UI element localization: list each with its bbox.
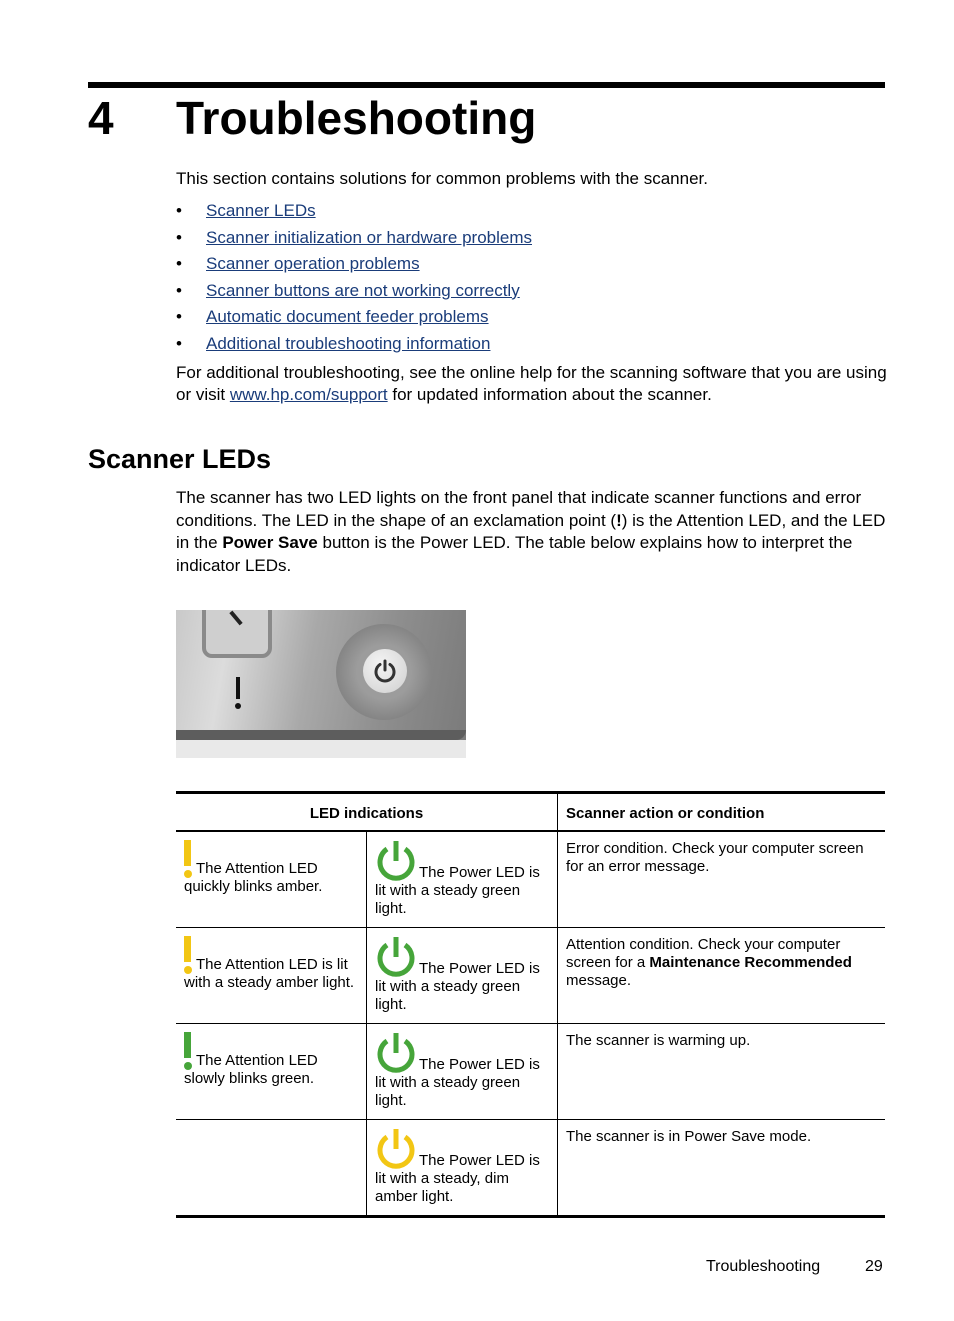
attention-led-cell: The Attention LED slowly blinks green. <box>176 1023 367 1120</box>
attention-led-description: The Attention LED quickly blinks amber. <box>184 860 323 895</box>
toc-link-additional[interactable]: Additional troubleshooting information <box>206 334 490 353</box>
power-led-cell: The Power LED is lit with a steady green… <box>366 927 558 1024</box>
additional-text-after: for updated information about the scanne… <box>387 385 712 404</box>
toc-item: • Scanner operation problems <box>176 251 532 278</box>
toc-link-buttons[interactable]: Scanner buttons are not working correctl… <box>206 281 520 300</box>
table-row: The Attention LED slowly blinks green. Th… <box>176 1023 885 1120</box>
toc-link-scanner-leds[interactable]: Scanner LEDs <box>206 201 316 220</box>
attention-led-icon <box>184 1032 194 1070</box>
condition-text-after: message. <box>566 972 632 989</box>
power-led-cell: The Power LED is lit with a steady green… <box>366 1023 558 1120</box>
toc-link-adf[interactable]: Automatic document feeder problems <box>206 307 489 326</box>
attention-led-icon <box>236 677 240 699</box>
condition-cell: Attention condition. Check your computer… <box>557 927 885 1024</box>
toc-item: • Scanner buttons are not working correct… <box>176 278 532 305</box>
section-heading: Scanner LEDs <box>88 444 272 474</box>
power-led-icon <box>377 1033 415 1073</box>
hp-support-link[interactable]: www.hp.com/support <box>230 385 388 404</box>
toc-link-operation[interactable]: Scanner operation problems <box>206 254 420 273</box>
bullet-icon: • <box>176 280 182 300</box>
chapter-title: Troubleshooting <box>176 92 537 144</box>
table-row: The Attention LED is lit with a steady a… <box>176 927 885 1024</box>
condition-cell: The scanner is warming up. <box>557 1023 885 1120</box>
table-row: The Power LED is lit with a steady, dim … <box>176 1119 885 1218</box>
section-paragraph: The scanner has two LED lights on the fr… <box>176 487 888 577</box>
power-led-icon <box>377 841 415 881</box>
toc-item: • Additional troubleshooting information <box>176 331 532 358</box>
power-led-icon <box>377 1129 415 1169</box>
condition-bold-text: Maintenance Recommended <box>649 954 852 971</box>
attention-led-cell <box>176 1119 367 1218</box>
chapter-rule <box>88 82 885 88</box>
attention-led-icon <box>184 840 194 878</box>
toc-item: • Scanner initialization or hardware prob… <box>176 225 532 252</box>
condition-text: The scanner is warming up. <box>566 1032 751 1049</box>
additional-paragraph: For additional troubleshooting, see the … <box>176 362 888 406</box>
toc-item: • Automatic document feeder problems <box>176 304 532 331</box>
attention-led-cell: The Attention LED quickly blinks amber. <box>176 831 367 928</box>
bullet-icon: • <box>176 307 182 326</box>
power-icon <box>374 659 396 683</box>
attention-led-description: The Attention LED slowly blinks green. <box>184 1052 318 1087</box>
control-panel-photo <box>176 610 466 758</box>
power-button <box>363 649 407 693</box>
header-scanner-action: Scanner action or condition <box>557 791 885 832</box>
bullet-icon: • <box>176 201 182 220</box>
intro-text: This section contains solutions for comm… <box>176 169 708 188</box>
condition-text: Error condition. Check your computer scr… <box>566 840 864 875</box>
condition-cell: Error condition. Check your computer scr… <box>557 831 885 928</box>
chapter-number: 4 <box>88 92 114 144</box>
bullet-icon: • <box>176 333 182 353</box>
bullet-icon: • <box>176 254 182 273</box>
power-save-bold: Power Save <box>222 533 318 552</box>
page-number: 29 <box>865 1258 883 1275</box>
condition-cell: The scanner is in Power Save mode. <box>557 1119 885 1218</box>
condition-text: The scanner is in Power Save mode. <box>566 1128 812 1145</box>
power-led-icon <box>377 937 415 977</box>
bullet-icon: • <box>176 227 182 247</box>
attention-led-dot <box>235 703 241 709</box>
header-led-indications: LED indications <box>176 791 558 832</box>
panel-base <box>176 740 466 758</box>
attention-led-description: The Attention LED is lit with a steady a… <box>184 956 355 991</box>
footer-section-label: Troubleshooting <box>706 1258 821 1275</box>
toc-item: • Scanner LEDs <box>176 198 532 225</box>
attention-led-cell: The Attention LED is lit with a steady a… <box>176 927 367 1024</box>
attention-led-icon <box>184 936 194 974</box>
table-row: The Attention LED quickly blinks amber. T… <box>176 831 885 928</box>
toc-link-initialization[interactable]: Scanner initialization or hardware probl… <box>206 228 532 247</box>
toc-list: • Scanner LEDs • Scanner initialization or… <box>176 198 532 357</box>
power-led-cell: The Power LED is lit with a steady, dim … <box>366 1119 558 1218</box>
table-header-row: LED indications Scanner action or condit… <box>176 791 885 832</box>
power-led-cell: The Power LED is lit with a steady green… <box>366 831 558 928</box>
panel-edge <box>176 730 466 740</box>
led-table: LED indications Scanner action or condit… <box>176 791 885 1218</box>
